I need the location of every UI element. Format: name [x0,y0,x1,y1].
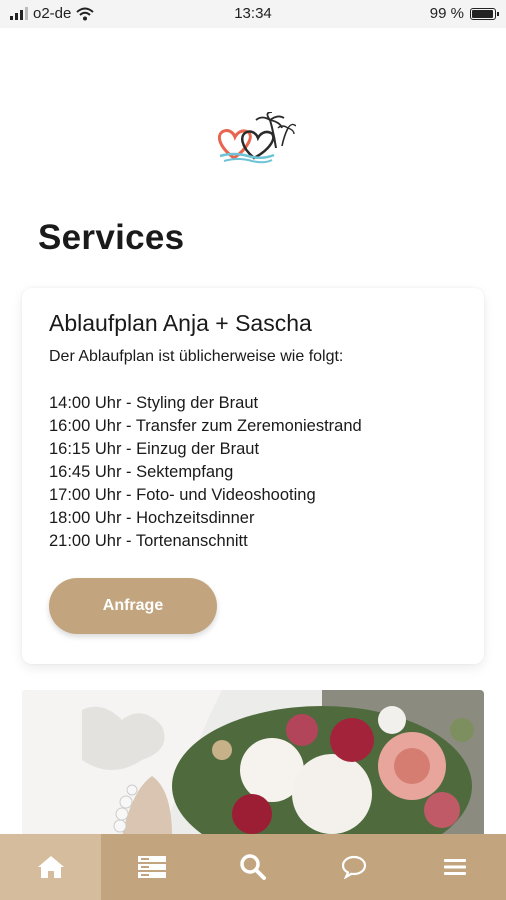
services-icon [137,856,166,878]
schedule-item: 18:00 Uhr - Hochzeitsdinner [49,509,255,527]
battery-percent: 99 % [429,5,464,22]
brand-logo [217,112,296,164]
card-title: Ablaufplan Anja + Sascha [49,310,312,336]
status-bar: o2-de 13:34 99 % [0,0,506,28]
tab-services[interactable] [101,834,202,900]
schedule-item: 14:00 Uhr - Styling der Braut [49,394,259,412]
schedule-item: 16:15 Uhr - Einzug der Braut [49,440,260,458]
bottom-tab-bar [0,834,506,900]
chat-icon [342,855,367,879]
battery-group: 99 % [429,5,499,22]
service-card: Ablaufplan Anja + Sascha Der Ablaufplan … [22,288,484,664]
schedule-item: 21:00 Uhr - Tortenanschnitt [49,532,248,550]
tab-search[interactable] [202,834,303,900]
menu-icon [444,859,467,875]
card-intro: Der Ablaufplan ist üblicherweise wie fol… [49,348,344,365]
inquiry-button[interactable]: Anfrage [49,578,217,634]
schedule-item: 16:45 Uhr - Sektempfang [49,463,234,481]
search-icon [240,854,266,880]
page-title: Services [38,218,185,257]
tab-home[interactable] [0,834,102,900]
tab-menu[interactable] [405,834,506,900]
schedule-item: 16:00 Uhr - Transfer zum Zeremoniestrand [49,417,362,435]
battery-icon [470,7,499,20]
tab-chat[interactable] [304,834,405,900]
home-icon [37,856,64,878]
bouquet-photo [22,690,484,836]
schedule-list: 14:00 Uhr - Styling der Braut 16:00 Uhr … [49,392,362,553]
schedule-item: 17:00 Uhr - Foto- und Videoshooting [49,486,316,504]
bouquet-illustration [22,690,484,836]
